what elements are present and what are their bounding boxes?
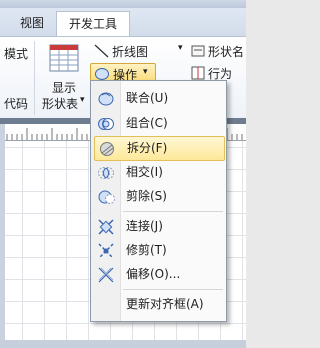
shapesheet-icon[interactable] [48,43,80,73]
status-bar [0,340,246,348]
trim-icon [96,241,116,261]
offset-icon [96,265,116,285]
menu-item-label: 剪除(S) [126,189,167,203]
join-icon [96,217,116,237]
menu-item-label: 相交(I) [126,165,163,179]
vertical-ruler [0,124,5,344]
code-button-label[interactable]: 代码 [4,95,28,112]
menu-separator [123,211,223,212]
shape-name-icon [190,43,206,59]
menu-item-label: 修剪(T) [126,243,167,257]
menu-item-label: 组合(C) [126,116,168,130]
group-separator [34,41,35,115]
menu-item-fragment[interactable]: 拆分(F) [94,136,225,161]
show-shapesheet-dropdown[interactable]: ▾ [80,95,85,105]
operations-menu: 联合(U) 组合(C) 拆分(F) 相交(I) 剪除(S) 连接(J) 修剪(T… [90,80,227,322]
show-shapesheet-label-1[interactable]: 显示 [52,79,76,96]
menu-item-label: 拆分(F) [127,141,168,155]
behavior-icon [190,65,206,81]
intersect-icon [96,163,116,183]
menu-item-label: 联合(U) [126,91,169,105]
menu-separator [123,289,223,290]
mode-button-label[interactable]: 模式 [4,45,28,62]
menu-item-trim[interactable]: 修剪(T) [94,239,223,262]
menu-item-update-alignment-box[interactable]: 更新对齐框(A) [94,293,223,316]
combine-icon [96,114,116,134]
group-dropdown-arrow[interactable]: ▾ [178,43,183,53]
tab-developer[interactable]: 开发工具 [56,11,130,36]
polyline-button[interactable]: 折线图 [112,43,148,60]
tab-view[interactable]: 视图 [10,11,54,35]
window-frame-top [0,0,246,8]
menu-item-label: 更新对齐框(A) [126,297,204,311]
menu-item-offset[interactable]: 偏移(O)... [94,263,223,286]
menu-item-union[interactable]: 联合(U) [94,87,223,110]
menu-item-intersect[interactable]: 相交(I) [94,161,223,184]
shape-name-button[interactable]: 形状名 [208,43,244,60]
chevron-down-icon: ▾ [143,67,148,77]
fragment-icon [97,139,117,159]
menu-item-join[interactable]: 连接(J) [94,215,223,238]
menu-item-label: 连接(J) [126,219,163,233]
union-icon [96,89,116,109]
subtract-icon [96,187,116,207]
connector-icon [92,42,112,60]
menu-item-subtract[interactable]: 剪除(S) [94,185,223,208]
menu-item-combine[interactable]: 组合(C) [94,112,223,135]
menu-item-label: 偏移(O)... [126,267,181,281]
show-shapesheet-label-2[interactable]: 形状表 [42,95,78,112]
